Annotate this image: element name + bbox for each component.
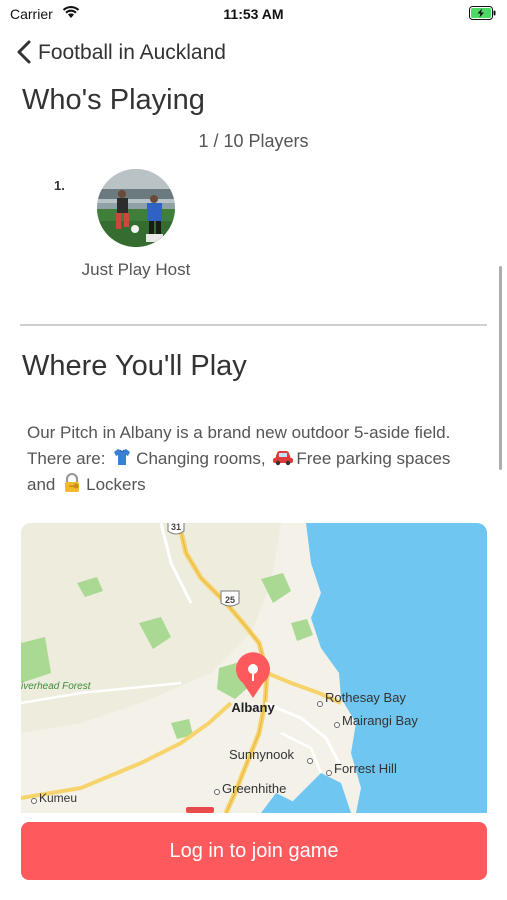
venue-description: Our Pitch in Albany is a brand new outdo… bbox=[27, 420, 477, 498]
map-label-rothesay-bay: Rothesay Bay bbox=[325, 690, 406, 705]
car-icon bbox=[272, 447, 294, 467]
map-label-riverhead-forest: iverhead Forest bbox=[21, 681, 92, 692]
road-label-25: 25 bbox=[225, 595, 235, 605]
lock-with-key-icon bbox=[62, 472, 82, 493]
section-heading-where: Where You'll Play bbox=[22, 350, 247, 382]
shirt-icon bbox=[112, 447, 132, 467]
scrollbar[interactable] bbox=[499, 266, 502, 470]
back-button-title[interactable]: Football in Auckland bbox=[38, 41, 226, 65]
login-to-join-button[interactable]: Log in to join game bbox=[21, 822, 487, 880]
map-label-albany: Albany bbox=[231, 700, 275, 715]
player-avatar[interactable] bbox=[97, 169, 175, 247]
map-label-sunnynook: Sunnynook bbox=[229, 747, 295, 762]
map-road-marker bbox=[186, 807, 214, 813]
section-heading-whos-playing: Who's Playing bbox=[22, 84, 205, 116]
map-label-forrest-hill: Forrest Hill bbox=[334, 761, 397, 776]
status-bar: Carrier 11:53 AM bbox=[0, 0, 507, 28]
player-rank: 1. bbox=[54, 178, 65, 193]
players-count: 1 / 10 Players bbox=[198, 131, 309, 151]
venue-map[interactable]: 31 25 Albany Rothesay Bay Mairangi Bay S… bbox=[21, 523, 487, 813]
map-label-greenhithe: Greenhithe bbox=[222, 781, 286, 796]
section-divider bbox=[20, 324, 487, 326]
desc-text-changing: Changing rooms, bbox=[136, 449, 266, 468]
road-label-31: 31 bbox=[171, 523, 181, 532]
clock: 11:53 AM bbox=[223, 6, 284, 22]
back-chevron-icon[interactable] bbox=[14, 38, 36, 66]
map-label-kumeu: Kumeu bbox=[39, 791, 77, 805]
road-shield-31: 31 bbox=[167, 523, 185, 535]
road-shield-25: 25 bbox=[220, 590, 240, 607]
battery-charging-icon bbox=[469, 6, 497, 20]
map-label-mairangi-bay: Mairangi Bay bbox=[342, 713, 418, 728]
desc-text-lockers: Lockers bbox=[86, 475, 146, 494]
player-name: Just Play Host bbox=[81, 260, 191, 279]
